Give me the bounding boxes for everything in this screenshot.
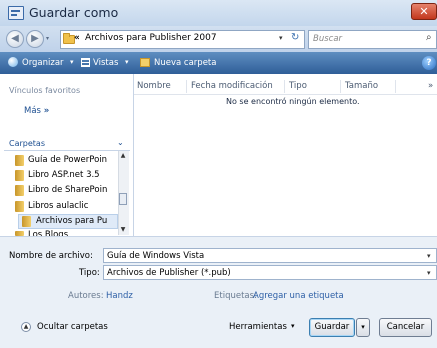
back-button[interactable]: ◀ xyxy=(6,30,24,48)
folder-icon xyxy=(22,216,31,227)
views-dropdown-icon[interactable]: ▾ xyxy=(125,58,129,66)
more-links-label: Más xyxy=(24,106,41,116)
filename-value[interactable]: Guía de Windows Vista xyxy=(107,251,204,261)
hide-folders-icon[interactable]: ▲ xyxy=(21,322,31,332)
new-folder-button[interactable]: Nueva carpeta xyxy=(154,58,216,68)
recent-pages-dropdown[interactable]: ▾ xyxy=(46,35,53,42)
column-header-row xyxy=(134,80,437,95)
tree-item[interactable]: Guía de PowerPoin xyxy=(28,155,119,165)
column-divider[interactable] xyxy=(186,80,187,93)
column-divider[interactable] xyxy=(340,80,341,93)
save-dialog-icon xyxy=(8,6,24,20)
organize-dropdown-icon[interactable]: ▾ xyxy=(70,58,74,66)
refresh-icon[interactable]: ↻ xyxy=(291,32,299,43)
search-placeholder: Buscar xyxy=(313,34,343,44)
scroll-up-icon[interactable]: ▲ xyxy=(118,152,128,161)
tree-item[interactable]: Libro de SharePoin xyxy=(28,185,119,195)
breadcrumb-overflow[interactable]: « xyxy=(74,33,80,43)
column-header-size[interactable]: Tamaño xyxy=(345,81,378,91)
address-dropdown-icon[interactable]: ▾ xyxy=(279,34,283,42)
column-header-date[interactable]: Fecha modificación xyxy=(191,81,273,91)
tree-item[interactable]: Libros aulaclic xyxy=(28,201,119,211)
scrollbar-thumb[interactable] xyxy=(119,193,127,205)
scroll-down-icon[interactable]: ▼ xyxy=(118,226,128,235)
window-title: Guardar como xyxy=(29,5,119,20)
tags-label: Etiquetas: xyxy=(214,291,257,301)
type-dropdown-icon[interactable]: ▾ xyxy=(427,269,431,277)
forward-arrow-icon: ▶ xyxy=(31,33,39,44)
more-columns-icon[interactable]: » xyxy=(428,81,433,91)
folders-header[interactable]: Carpetas xyxy=(9,139,45,148)
folder-icon xyxy=(15,155,24,166)
tree-item-selected[interactable]: Archivos para Pu xyxy=(36,216,118,226)
folders-collapse-icon[interactable]: ⌄ xyxy=(117,138,124,147)
column-header-type[interactable]: Tipo xyxy=(289,81,307,91)
forward-button[interactable]: ▶ xyxy=(26,30,44,48)
breadcrumb-path[interactable]: Archivos para Publisher 2007 xyxy=(85,33,217,43)
help-icon[interactable]: ? xyxy=(422,56,436,70)
folder-icon xyxy=(15,170,24,181)
folder-icon xyxy=(15,201,24,212)
more-links[interactable]: Más » xyxy=(24,106,49,116)
column-divider[interactable] xyxy=(284,80,285,93)
tools-dropdown-icon[interactable]: ▾ xyxy=(291,322,295,330)
column-header-name[interactable]: Nombre xyxy=(137,81,171,91)
organize-button[interactable]: Organizar xyxy=(22,58,64,68)
search-icon[interactable]: ⌕ xyxy=(426,32,432,43)
tree-item[interactable]: Libro ASP.net 3.5 xyxy=(28,170,119,180)
save-dropdown-icon[interactable]: ▾ xyxy=(356,318,370,337)
back-arrow-icon: ◀ xyxy=(11,33,19,44)
empty-list-message: No se encontró ningún elemento. xyxy=(226,97,360,106)
folders-divider xyxy=(4,150,130,151)
hide-folders-button[interactable]: Ocultar carpetas xyxy=(37,322,108,332)
views-button[interactable]: Vistas xyxy=(93,58,118,68)
filename-dropdown-icon[interactable]: ▾ xyxy=(427,252,431,260)
command-toolbar xyxy=(0,52,437,74)
authors-value[interactable]: Handz xyxy=(106,291,133,301)
tags-value[interactable]: Agregar una etiqueta xyxy=(253,291,344,301)
close-button[interactable]: ✕ xyxy=(411,3,437,20)
type-label: Tipo: xyxy=(79,268,100,278)
cancel-button[interactable]: Cancelar xyxy=(379,318,432,337)
save-button[interactable]: Guardar xyxy=(309,318,355,337)
new-folder-icon xyxy=(140,58,150,67)
tools-button[interactable]: Herramientas xyxy=(229,322,287,332)
views-icon xyxy=(81,58,90,67)
more-chevron-icon: » xyxy=(43,106,50,116)
type-value[interactable]: Archivos de Publisher (*.pub) xyxy=(107,268,231,278)
folder-icon xyxy=(15,185,24,196)
authors-label: Autores: xyxy=(68,291,104,301)
organize-icon xyxy=(8,57,18,67)
favorites-header: Vínculos favoritos xyxy=(9,86,81,95)
column-divider[interactable] xyxy=(395,80,396,93)
filename-label: Nombre de archivo: xyxy=(9,251,93,261)
